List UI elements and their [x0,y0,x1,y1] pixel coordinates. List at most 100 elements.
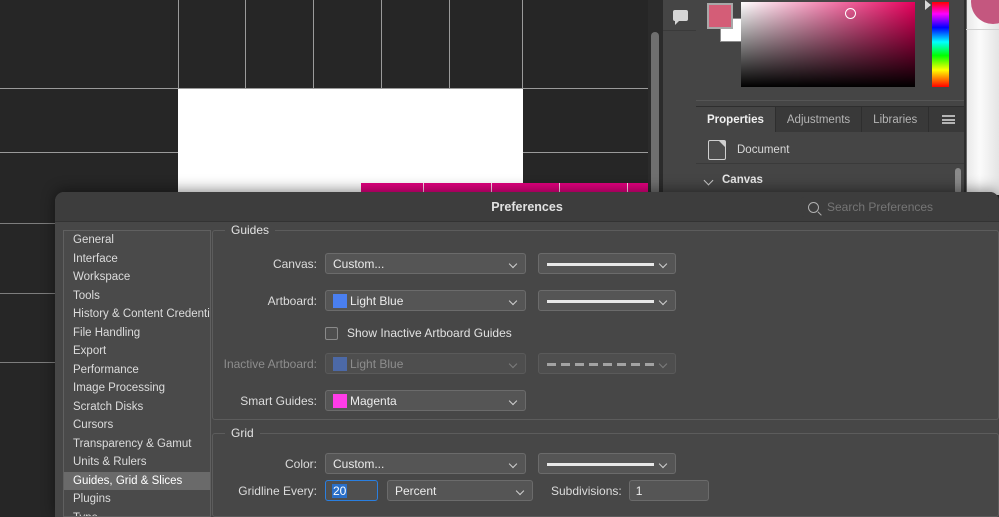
color-chip-icon [333,394,347,408]
sidebar-item-label: Tools [73,290,100,302]
sidebar-item-workspace[interactable]: Workspace [64,268,210,287]
sidebar-item-tools[interactable]: Tools [64,287,210,306]
preferences-dialog: Preferences General Interface Workspace … [55,192,999,517]
smart-guides-color-select[interactable]: Magenta [325,390,526,411]
tab-libraries[interactable]: Libraries [862,107,929,132]
sidebar-item-performance[interactable]: Performance [64,361,210,380]
tab-label: Adjustments [787,114,850,126]
chevron-down-icon [660,298,667,305]
sidebar-item-units-rulers[interactable]: Units & Rulers [64,453,210,472]
grid-color-label: Color: [213,457,325,471]
sidebar-item-label: Plugins [73,493,111,505]
sidebar-item-scratch-disks[interactable]: Scratch Disks [64,398,210,417]
saturation-value-field[interactable] [741,2,915,87]
canvas-guide-horizontal [0,293,55,294]
chevron-down-icon [510,361,517,368]
sidebar-item-label: Performance [73,364,139,376]
hue-slider[interactable] [932,2,949,87]
guides-artboard-label: Artboard: [213,294,325,308]
sidebar-item-type[interactable]: Type [64,509,210,517]
chevron-down-icon [705,176,714,185]
chevron-down-icon [660,261,667,268]
sidebar-item-label: Transparency & Gamut [73,438,191,450]
sidebar-item-plugins[interactable]: Plugins [64,490,210,509]
show-inactive-artboard-guides-checkbox[interactable] [325,327,338,340]
color-chip-icon [333,294,347,308]
gridline-every-value: 20 [332,484,347,498]
dashed-line-icon [547,363,654,366]
canvas-guide-vertical [245,0,246,89]
sidebar-item-transparency[interactable]: Transparency & Gamut [64,435,210,454]
sidebar-item-image-processing[interactable]: Image Processing [64,379,210,398]
sidebar-item-general[interactable]: General [64,231,210,250]
grid-color-select[interactable]: Custom... [325,453,526,474]
guides-artboard-linestyle-select[interactable] [538,290,676,311]
canvas-guide-vertical [313,0,314,89]
sidebar-item-guides-grid-slices[interactable]: Guides, Grid & Slices [64,472,210,491]
hue-slider-marker[interactable] [925,0,931,10]
gridline-every-label: Gridline Every: [213,484,325,498]
smart-guides-row: Smart Guides: Magenta [213,390,526,411]
sidebar-item-label: General [73,234,114,246]
sidebar-item-export[interactable]: Export [64,342,210,361]
sidebar-item-label: Interface [73,253,118,265]
tab-properties[interactable]: Properties [696,107,776,132]
grid-linestyle-select[interactable] [538,453,676,474]
chevron-down-icon [510,261,517,268]
guides-artboard-row: Artboard: Light Blue [213,290,676,311]
guides-canvas-label: Canvas: [213,257,325,271]
inactive-artboard-row: Inactive Artboard: Light Blue [213,353,676,374]
canvas-area[interactable] [0,0,648,195]
hamburger-menu-icon[interactable] [942,115,955,124]
dialog-titlebar[interactable]: Preferences [55,192,999,222]
inactive-artboard-color-value: Light Blue [350,357,403,371]
show-inactive-artboard-guides-label: Show Inactive Artboard Guides [347,326,512,340]
sidebar-item-file-handling[interactable]: File Handling [64,324,210,343]
foreground-color-swatch[interactable] [707,3,733,29]
search-icon [808,202,819,213]
gridline-unit-value: Percent [395,484,436,498]
grid-color-value: Custom... [333,457,384,471]
document-icon [708,140,726,160]
color-picker-cursor[interactable] [845,8,856,19]
sidebar-item-cursors[interactable]: Cursors [64,416,210,435]
gridline-every-input[interactable]: 20 [325,480,378,501]
sidebar-item-label: File Handling [73,327,140,339]
canvas-guide-vertical [449,0,450,89]
sidebar-item-label: Image Processing [73,382,165,394]
comment-tool-button[interactable] [663,0,697,31]
subdivisions-input[interactable]: 1 [629,480,709,501]
chevron-down-icon [510,398,517,405]
guides-canvas-color-select[interactable]: Custom... [325,253,526,274]
color-chip-icon [333,357,347,371]
guides-canvas-linestyle-select[interactable] [538,253,676,274]
chevron-down-icon [660,461,667,468]
guides-artboard-color-select[interactable]: Light Blue [325,290,526,311]
tab-label: Properties [707,114,764,126]
smart-guides-label: Smart Guides: [213,394,325,408]
speech-bubble-icon [673,10,688,21]
sidebar-item-label: Workspace [73,271,130,283]
sidebar-item-label: Export [73,345,106,357]
canvas-scrollbar-thumb[interactable] [651,32,659,195]
search-input[interactable] [827,200,977,214]
show-inactive-artboard-guides-row[interactable]: Show Inactive Artboard Guides [325,326,512,340]
sidebar-item-history[interactable]: History & Content Credentials [64,305,210,324]
canvas-guide-horizontal [0,362,55,363]
gridline-every-row: Gridline Every: 20 Percent Subdivisions:… [213,480,709,501]
canvas-section-label: Canvas [722,174,763,186]
properties-panel-scrollbar[interactable] [955,168,961,194]
sidebar-item-label: Guides, Grid & Slices [73,475,182,487]
preferences-category-list[interactable]: General Interface Workspace Tools Histor… [63,230,211,517]
canvas-section-header[interactable]: Canvas [696,165,964,195]
tab-adjustments[interactable]: Adjustments [776,107,862,132]
chevron-down-icon [517,488,524,495]
preview-guide-line [966,29,999,30]
artboard[interactable] [178,89,523,195]
chevron-down-icon [510,298,517,305]
search-preferences-field[interactable] [801,197,991,217]
gridline-unit-select[interactable]: Percent [387,480,533,501]
preferences-content-pane: Guides Canvas: Custom... Artb [212,230,999,517]
tab-label: Libraries [873,114,917,126]
sidebar-item-interface[interactable]: Interface [64,250,210,269]
